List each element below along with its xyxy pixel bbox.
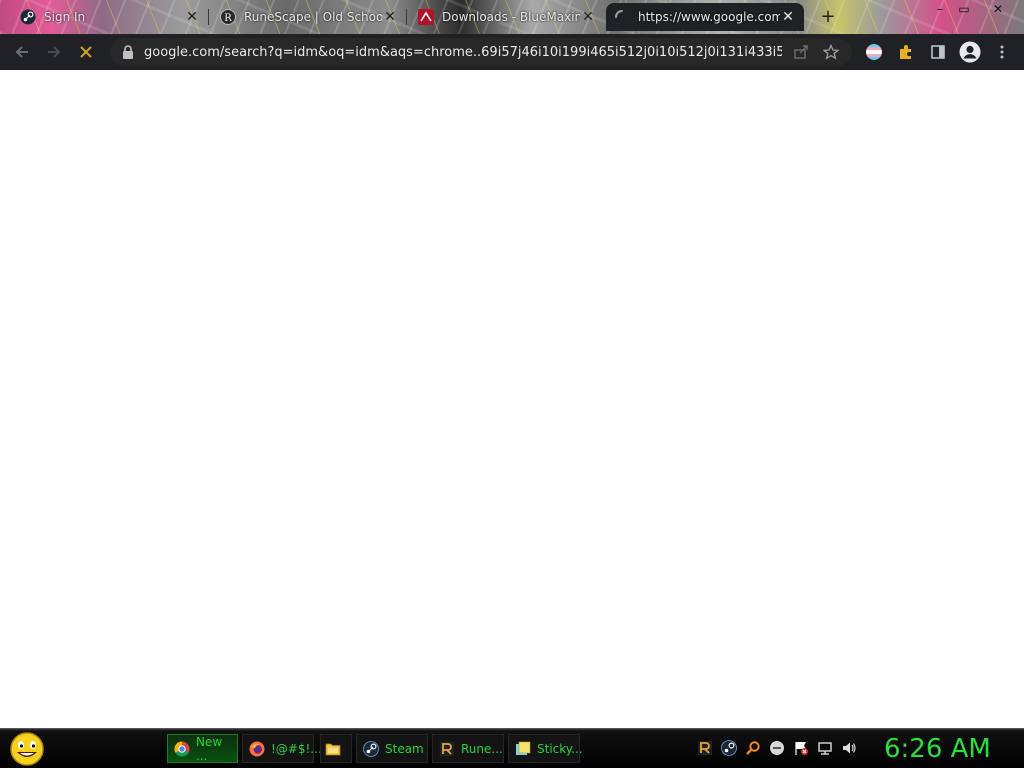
taskbar-item-label: New ... xyxy=(196,734,223,763)
new-tab-button[interactable]: + xyxy=(818,7,838,27)
tab-downloads-bluemaxima[interactable]: Downloads - BlueMaxima ✕ xyxy=(410,3,604,31)
tab-strip: Sign In ✕ R RuneScape | Old School ✕ Dow… xyxy=(0,0,1024,34)
stop-loading-button[interactable] xyxy=(74,40,98,64)
close-icon[interactable]: ✕ xyxy=(184,9,200,25)
tab-google-active[interactable]: https://www.google.com ✕ xyxy=(606,3,804,31)
side-panel-icon xyxy=(931,45,945,59)
side-panel-button[interactable] xyxy=(926,40,950,64)
tab-title: Sign In xyxy=(44,10,86,24)
tab-title: RuneScape | Old School xyxy=(244,10,382,24)
tab-runescape[interactable]: R RuneScape | Old School ✕ xyxy=(212,3,406,31)
close-icon[interactable]: ✕ xyxy=(580,9,596,25)
taskbar-item-label: Sticky... xyxy=(537,741,583,756)
taskbar-item-label: Rune... xyxy=(461,741,503,756)
back-arrow-icon xyxy=(15,46,28,58)
close-icon[interactable]: ✕ xyxy=(780,9,796,25)
share-icon[interactable] xyxy=(790,41,812,63)
taskbar-item-steam[interactable]: Steam xyxy=(356,734,428,763)
extensions-button[interactable] xyxy=(894,40,918,64)
extension-flag-button[interactable] xyxy=(862,40,886,64)
close-icon[interactable]: ✕ xyxy=(382,9,398,25)
tray-volume-icon[interactable] xyxy=(840,739,858,757)
close-window-button[interactable]: ✕ xyxy=(986,0,1010,18)
bluemaxima-icon xyxy=(418,9,434,25)
taskbar-item-firefox[interactable]: !@#$!... xyxy=(242,734,322,763)
tray-action-center-flag-icon[interactable] xyxy=(792,739,810,757)
avatar-icon xyxy=(959,41,981,63)
svg-text:R: R xyxy=(224,13,232,24)
steam-icon xyxy=(20,9,36,25)
minimize-button[interactable]: – xyxy=(928,0,952,18)
maximize-button[interactable]: ▭ xyxy=(952,0,976,18)
browser-menu-button[interactable] xyxy=(990,40,1014,64)
kebab-menu-icon xyxy=(1000,45,1004,59)
taskbar-item-label: Steam xyxy=(385,741,424,756)
taskbar-clock[interactable]: 6:26 AM xyxy=(884,731,1014,767)
tray-chat-icon[interactable] xyxy=(768,739,786,757)
sticky-notes-icon xyxy=(515,741,531,757)
taskbar-item-folder[interactable] xyxy=(320,734,352,763)
firefox-icon xyxy=(249,741,265,757)
profile-button[interactable] xyxy=(958,40,982,64)
lock-icon[interactable] xyxy=(122,45,136,59)
tab-separator xyxy=(208,9,209,25)
stop-x-icon xyxy=(80,46,92,58)
tray-network-icon[interactable] xyxy=(816,739,834,757)
page-content-blank xyxy=(0,70,1024,728)
steam-icon xyxy=(363,740,379,757)
address-bar[interactable]: google.com/search?q=idm&oq=idm&aqs=chrom… xyxy=(110,38,852,66)
tab-title: https://www.google.com xyxy=(638,10,780,24)
tab-sign-in[interactable]: Sign In ✕ xyxy=(12,3,208,31)
forward-button[interactable] xyxy=(42,40,66,64)
runescape-icon: R xyxy=(220,9,236,25)
forward-arrow-icon xyxy=(48,46,61,58)
chrome-icon xyxy=(174,740,190,757)
folder-icon xyxy=(325,741,341,757)
taskbar: New ... !@#$!... Steam Rune... Sticky... xyxy=(0,728,1024,768)
puzzle-icon xyxy=(900,45,911,59)
bookmark-star-icon[interactable] xyxy=(820,41,842,63)
tray-runelite-icon[interactable] xyxy=(696,739,714,757)
tray-search-icon[interactable] xyxy=(744,739,762,757)
back-button[interactable] xyxy=(10,40,34,64)
browser-toolbar: google.com/search?q=idm&oq=idm&aqs=chrom… xyxy=(0,34,1024,70)
taskbar-item-sticky-notes[interactable]: Sticky... xyxy=(508,734,583,763)
loading-spinner-icon xyxy=(614,9,630,25)
taskbar-item-chrome[interactable]: New ... xyxy=(167,734,238,763)
tab-separator xyxy=(406,9,407,25)
tray-steam-icon[interactable] xyxy=(720,739,738,757)
flag-extension-icon xyxy=(866,44,882,60)
tab-title: Downloads - BlueMaxima xyxy=(442,10,580,24)
smiley-start-icon xyxy=(10,732,44,766)
url-text[interactable]: google.com/search?q=idm&oq=idm&aqs=chrom… xyxy=(144,45,782,60)
taskbar-item-runelite[interactable]: Rune... xyxy=(432,734,504,763)
taskbar-item-label: !@#$!... xyxy=(271,741,322,756)
runelite-icon xyxy=(439,741,455,757)
start-button[interactable] xyxy=(8,732,46,766)
